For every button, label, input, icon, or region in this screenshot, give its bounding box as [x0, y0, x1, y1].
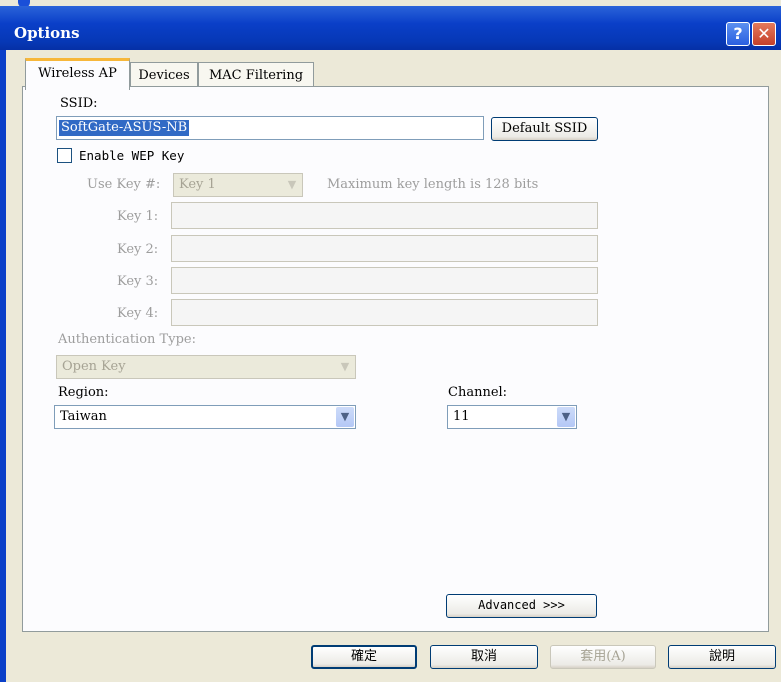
ssid-value: SoftGate-ASUS-NB	[59, 120, 190, 136]
channel-value: 11	[453, 409, 470, 424]
enable-wep-checkbox[interactable]	[57, 148, 72, 163]
chevron-down-icon: ▼	[283, 175, 301, 195]
window-title: Options	[14, 24, 80, 42]
enable-wep-label: Enable WEP Key	[79, 148, 185, 163]
ok-button[interactable]: 確定	[311, 645, 417, 669]
region-select[interactable]: Taiwan ▼	[54, 405, 356, 429]
key2-input[interactable]	[171, 235, 598, 262]
default-ssid-button[interactable]: Default SSID	[491, 117, 598, 141]
auth-type-label: Authentication Type:	[58, 332, 196, 347]
key2-label: Key 2:	[117, 242, 159, 257]
options-dialog: Options ? ✕ Wireless AP Devices MAC Filt…	[0, 0, 781, 682]
title-bar[interactable]: Options ? ✕	[0, 6, 781, 50]
channel-select[interactable]: 11 ▼	[447, 405, 577, 429]
use-key-label: Use Key #:	[87, 177, 161, 192]
apply-button[interactable]: 套用(A)	[550, 645, 656, 669]
key4-label: Key 4:	[117, 306, 159, 321]
channel-label: Channel:	[448, 385, 508, 400]
tab-mac-filtering[interactable]: MAC Filtering	[198, 62, 314, 89]
max-key-length-note: Maximum key length is 128 bits	[327, 177, 539, 192]
key4-input[interactable]	[171, 299, 598, 326]
cancel-button[interactable]: 取消	[430, 645, 538, 669]
key3-label: Key 3:	[117, 274, 159, 289]
auth-type-select[interactable]: Open Key ▼	[56, 355, 356, 379]
ssid-input[interactable]: SoftGate-ASUS-NB	[56, 116, 484, 140]
chevron-down-icon: ▼	[336, 357, 354, 377]
use-key-value: Key 1	[179, 177, 216, 192]
help-icon[interactable]: ?	[726, 22, 750, 46]
auth-type-value: Open Key	[62, 359, 126, 374]
ssid-label: SSID:	[60, 96, 98, 111]
help-button[interactable]: 說明	[668, 645, 776, 669]
key1-label: Key 1:	[117, 209, 159, 224]
region-value: Taiwan	[60, 409, 107, 424]
tab-devices[interactable]: Devices	[130, 62, 198, 89]
advanced-button[interactable]: Advanced >>>	[446, 594, 597, 618]
chevron-down-icon: ▼	[557, 407, 575, 427]
use-key-select[interactable]: Key 1 ▼	[173, 173, 303, 197]
region-label: Region:	[58, 385, 109, 400]
key1-input[interactable]	[171, 202, 598, 229]
chevron-down-icon: ▼	[336, 407, 354, 427]
tab-wireless-ap[interactable]: Wireless AP	[25, 58, 130, 90]
key3-input[interactable]	[171, 267, 598, 294]
window-border	[0, 50, 6, 682]
close-icon[interactable]: ✕	[752, 22, 776, 46]
